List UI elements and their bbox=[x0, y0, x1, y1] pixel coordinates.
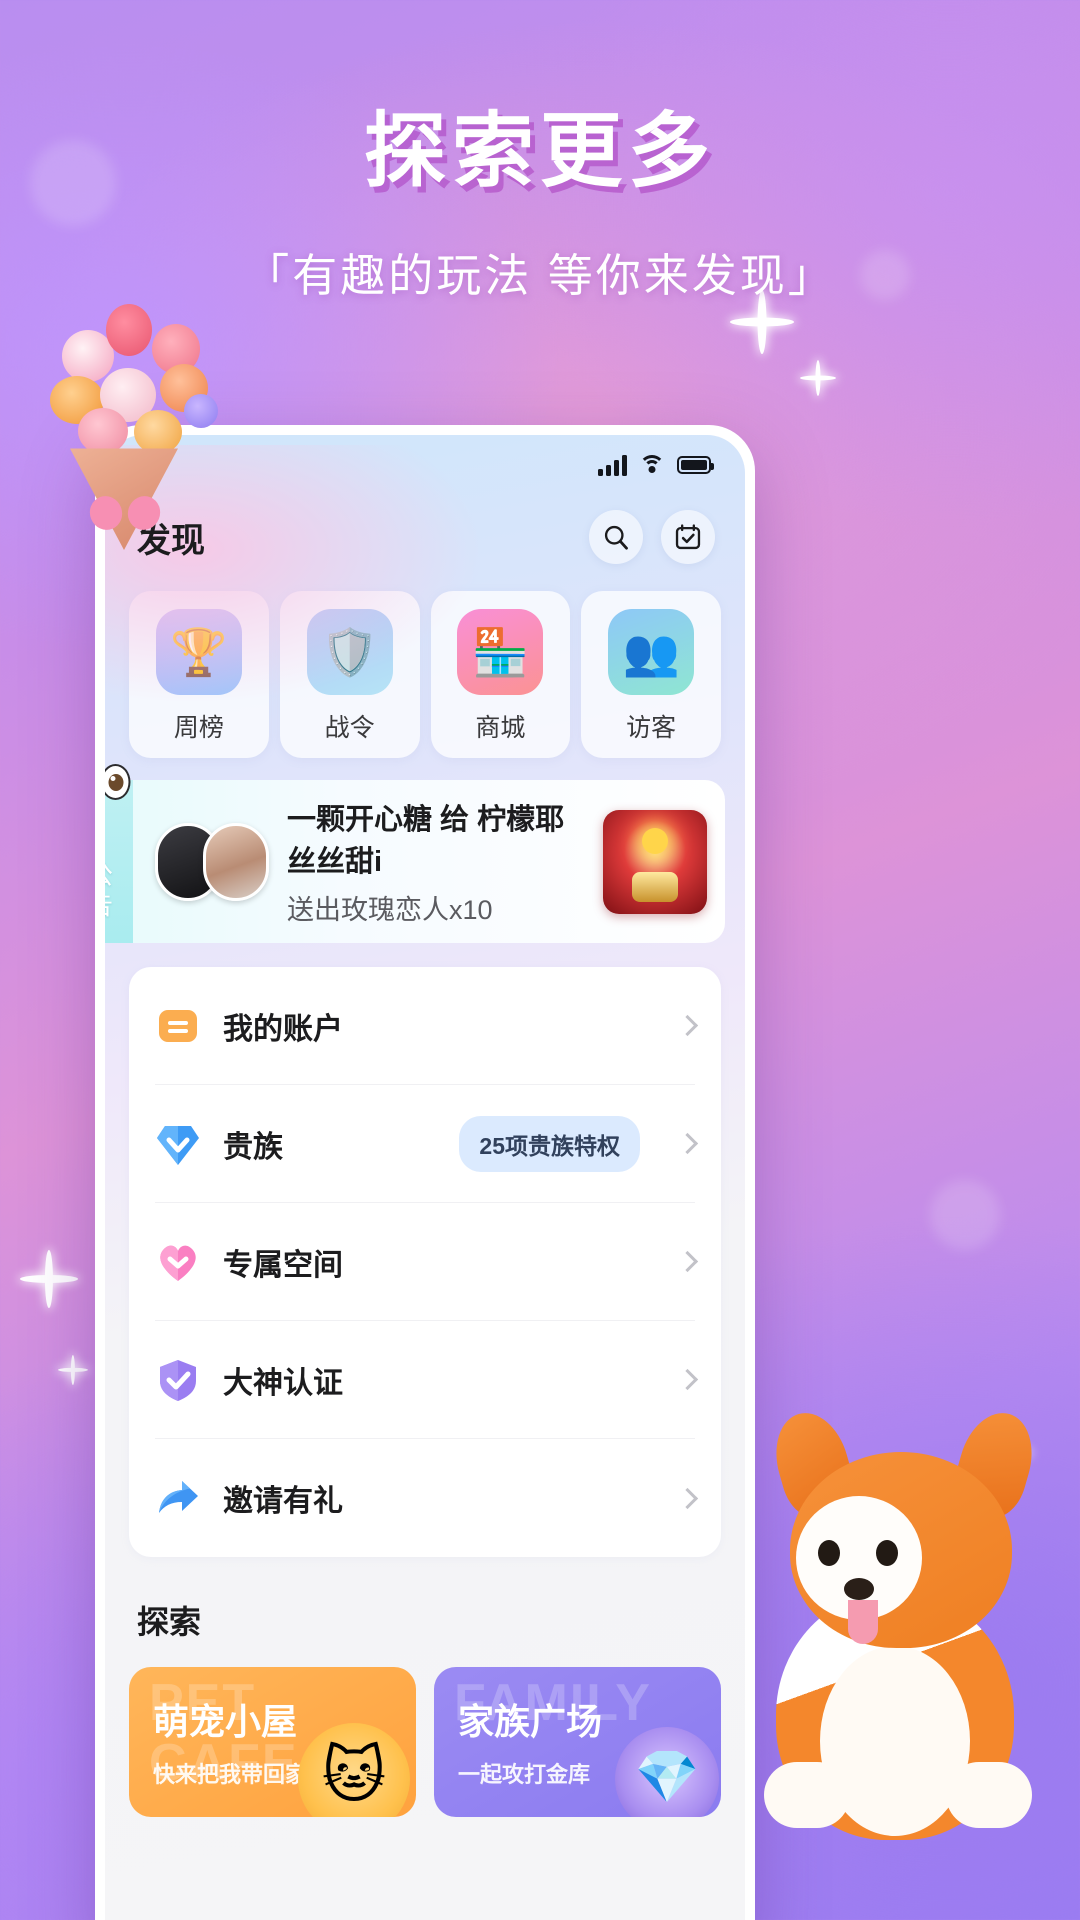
sparkle-icon bbox=[20, 1250, 78, 1308]
tile-visitors[interactable]: 👥 访客 bbox=[581, 591, 721, 758]
tile-battle-pass[interactable]: 🛡️ 战令 bbox=[279, 591, 420, 758]
menu-row-invite[interactable]: 邀请有礼 bbox=[155, 1439, 699, 1557]
page-title-discover: 发现 bbox=[137, 521, 205, 560]
corgi-paw bbox=[946, 1762, 1032, 1828]
menu-row-exclusive-space[interactable]: 专属空间 bbox=[155, 1203, 699, 1321]
menu-label: 邀请有礼 bbox=[223, 1485, 343, 1518]
menu-card: 我的账户 贵族 25项贵族特权 专属空间 大神认证 邀请有礼 bbox=[129, 967, 721, 1557]
chevron-right-icon bbox=[676, 1250, 699, 1273]
search-button[interactable] bbox=[589, 510, 643, 564]
battery-full-icon bbox=[677, 456, 714, 474]
announcement-tag-label: 公告 bbox=[105, 861, 114, 921]
announcement-text: 一颗开心糖 给 柠檬耶丝丝甜i 送出玫瑰恋人x10 bbox=[287, 796, 585, 927]
ring-box-gift-icon bbox=[603, 809, 707, 914]
tile-label: 访客 bbox=[626, 714, 677, 742]
checkin-calendar-button[interactable] bbox=[661, 510, 715, 564]
corgi-face bbox=[796, 1496, 922, 1620]
chevron-right-icon bbox=[676, 1014, 699, 1037]
corgi-eye bbox=[876, 1540, 898, 1566]
explore-cards: PET CAFE 萌宠小屋 快来把我带回家嗷~ 🐱 FAMILY 家族广场 一起… bbox=[105, 1643, 745, 1817]
announcement-body: 一颗开心糖 给 柠檬耶丝丝甜i 送出玫瑰恋人x10 bbox=[133, 780, 725, 943]
announcement-line2: 送出玫瑰恋人x10 bbox=[287, 895, 493, 925]
announcement-avatars bbox=[155, 822, 269, 901]
corgi-head bbox=[790, 1452, 1012, 1648]
sparkle-icon bbox=[800, 360, 836, 396]
signal-bars-icon bbox=[598, 454, 627, 476]
heart-space-icon bbox=[155, 1239, 201, 1285]
bokeh-decor bbox=[930, 1180, 1000, 1250]
verified-shield-icon bbox=[155, 1357, 201, 1403]
announcement-tag: 公告 bbox=[105, 764, 133, 943]
share-arrow-icon bbox=[155, 1475, 201, 1521]
trophy-icon: 🏆 bbox=[155, 609, 242, 695]
noble-privilege-badge: 25项贵族特权 bbox=[459, 1115, 640, 1172]
status-bar bbox=[105, 435, 745, 495]
menu-label: 贵族 bbox=[223, 1130, 283, 1164]
page-subtitle: 「有趣的玩法 等你来发现」 bbox=[244, 250, 836, 301]
menu-row-verification[interactable]: 大神认证 bbox=[155, 1321, 699, 1439]
menu-label: 大神认证 bbox=[223, 1366, 343, 1400]
phone-screen: 发现 🏆 周榜 🛡️ 战令 🏪 商城 👥 访客 公告 一颗开心糖 给 柠檬耶丝丝… bbox=[105, 435, 745, 1920]
page-title: 探索更多 bbox=[363, 106, 716, 197]
search-icon bbox=[604, 525, 628, 550]
tile-label: 周榜 bbox=[173, 714, 224, 742]
announcement-banner[interactable]: 公告 一颗开心糖 给 柠檬耶丝丝甜i 送出玫瑰恋人x10 bbox=[105, 764, 725, 943]
announcement-line1: 一颗开心糖 给 柠檬耶丝丝甜i bbox=[287, 804, 565, 878]
corgi-paw bbox=[764, 1762, 850, 1828]
corgi-ear bbox=[765, 1404, 861, 1524]
chevron-right-icon bbox=[676, 1132, 699, 1155]
corgi-nose bbox=[844, 1578, 874, 1600]
sparkle-icon bbox=[58, 1355, 88, 1385]
sparkle-icon bbox=[985, 1430, 1031, 1476]
header-actions bbox=[589, 510, 715, 564]
quick-action-tiles: 🏆 周榜 🛡️ 战令 🏪 商城 👥 访客 bbox=[105, 569, 745, 758]
calendar-check-icon bbox=[675, 524, 701, 550]
tile-shop[interactable]: 🏪 商城 bbox=[430, 591, 571, 758]
menu-row-noble[interactable]: 贵族 25项贵族特权 bbox=[155, 1085, 699, 1203]
avatar bbox=[203, 822, 269, 901]
noble-diamond-icon bbox=[155, 1121, 201, 1167]
corgi-tongue bbox=[848, 1600, 878, 1644]
promo-header: 探索更多 「有趣的玩法 等你来发现」 bbox=[0, 84, 1080, 304]
chevron-right-icon bbox=[676, 1368, 699, 1391]
battle-pass-badge-icon: 🛡️ bbox=[306, 609, 393, 695]
menu-row-my-account[interactable]: 我的账户 bbox=[155, 967, 699, 1085]
explore-card-family-plaza[interactable]: FAMILY 家族广场 一起攻打金库 💎 bbox=[434, 1667, 721, 1817]
tile-label: 战令 bbox=[324, 714, 375, 742]
tile-label: 商城 bbox=[475, 714, 526, 742]
explore-card-pet-cafe[interactable]: PET CAFE 萌宠小屋 快来把我带回家嗷~ 🐱 bbox=[129, 1667, 416, 1817]
menu-label: 专属空间 bbox=[223, 1248, 343, 1282]
corgi-belly bbox=[820, 1646, 970, 1836]
corgi-eye bbox=[818, 1540, 840, 1566]
wifi-icon bbox=[639, 455, 665, 475]
eyes-icon bbox=[105, 764, 131, 800]
visitors-icon: 👥 bbox=[608, 609, 695, 695]
menu-label: 我的账户 bbox=[223, 1012, 343, 1046]
chevron-right-icon bbox=[676, 1487, 699, 1509]
corgi-body bbox=[776, 1590, 1014, 1840]
shop-icon: 🏪 bbox=[457, 609, 544, 695]
explore-section-title: 探索 bbox=[137, 1604, 202, 1640]
bank-card-icon bbox=[155, 1003, 201, 1049]
tile-weekly-rank[interactable]: 🏆 周榜 bbox=[129, 591, 269, 758]
app-header: 发现 bbox=[105, 495, 745, 569]
phone-mockup: 发现 🏆 周榜 🛡️ 战令 🏪 商城 👥 访客 公告 一颗开心糖 给 柠檬耶丝丝… bbox=[95, 425, 755, 1920]
